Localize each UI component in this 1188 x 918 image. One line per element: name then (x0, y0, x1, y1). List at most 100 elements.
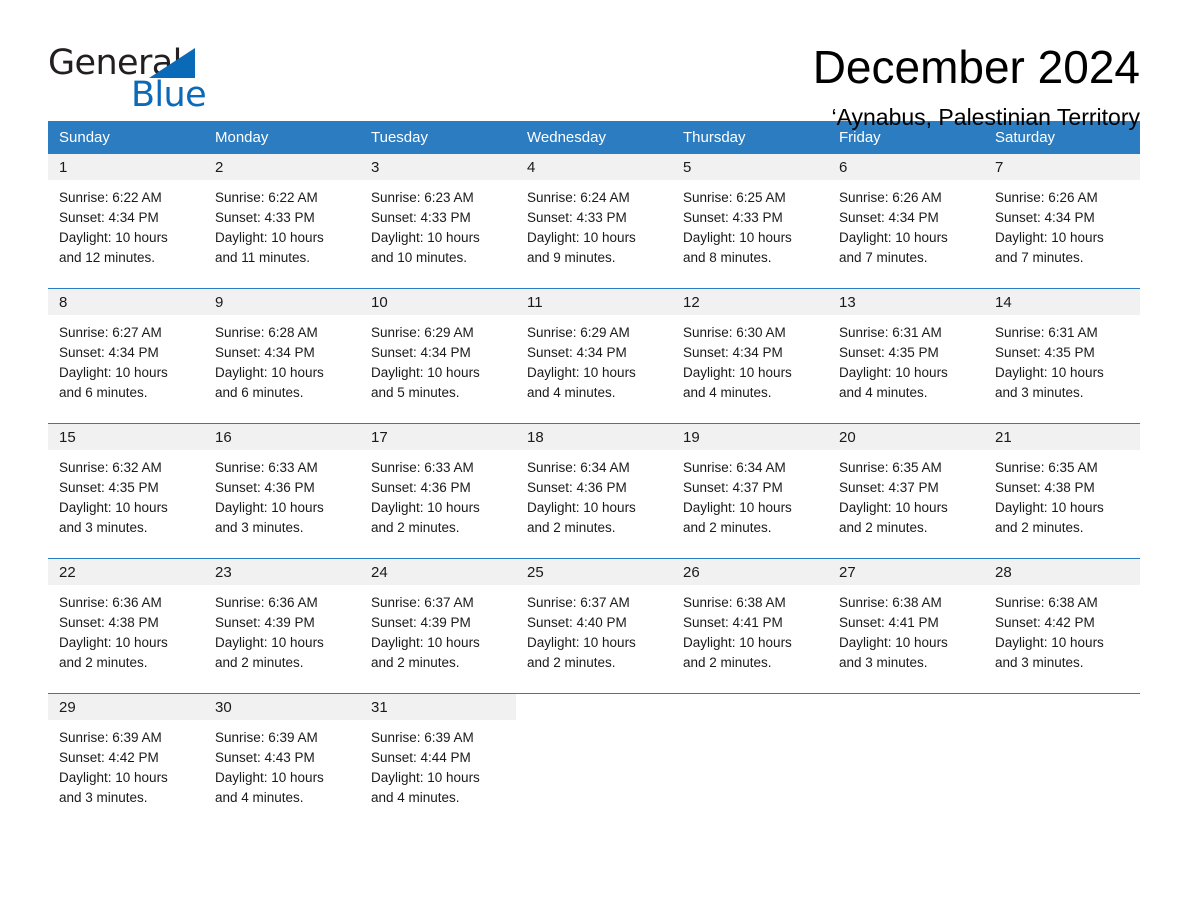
daylight-text-line2: and 2 minutes. (215, 655, 304, 670)
day-cell[interactable]: 4 Sunrise: 6:24 AM Sunset: 4:33 PM Daylight… (516, 154, 672, 289)
daylight-text-line2: and 2 minutes. (683, 655, 772, 670)
day-cell[interactable]: 27 Sunrise: 6:38 AM Sunset: 4:41 PM Dayligh… (828, 558, 984, 694)
day-number: 1 (48, 154, 204, 180)
day-details: Sunrise: 6:34 AM Sunset: 4:37 PM Daylight:… (672, 450, 828, 538)
day-details: Sunrise: 6:33 AM Sunset: 4:36 PM Daylight:… (204, 450, 360, 538)
day-cell[interactable]: 12 Sunrise: 6:30 AM Sunset: 4:34 PM Dayligh… (672, 288, 828, 424)
sunset-text: Sunset: 4:33 PM (527, 210, 627, 225)
sunrise-text: Sunrise: 6:38 AM (995, 595, 1098, 610)
day-cell[interactable]: 5 Sunrise: 6:25 AM Sunset: 4:33 PM Daylight… (672, 154, 828, 289)
day-cell[interactable]: 10 Sunrise: 6:29 AM Sunset: 4:34 PM Dayligh… (360, 288, 516, 424)
day-number: 21 (984, 424, 1140, 450)
calendar-page: General Blue December 2024 ‘Aynabus, Pal… (0, 0, 1188, 918)
day-cell[interactable]: 3 Sunrise: 6:23 AM Sunset: 4:33 PM Daylight… (360, 154, 516, 289)
sunset-text: Sunset: 4:40 PM (527, 615, 627, 630)
day-cell[interactable]: 2 Sunrise: 6:22 AM Sunset: 4:33 PM Daylight… (204, 154, 360, 289)
daylight-text-line2: and 10 minutes. (371, 250, 468, 265)
sunrise-text: Sunrise: 6:38 AM (683, 595, 786, 610)
day-cell[interactable]: 1 Sunrise: 6:22 AM Sunset: 4:34 PM Daylight… (48, 154, 204, 289)
sunrise-text: Sunrise: 6:34 AM (527, 460, 630, 475)
daylight-text-line2: and 2 minutes. (371, 655, 460, 670)
day-cell[interactable]: 15 Sunrise: 6:32 AM Sunset: 4:35 PM Dayligh… (48, 423, 204, 559)
daylight-text-line2: and 4 minutes. (839, 385, 928, 400)
sunset-text: Sunset: 4:42 PM (995, 615, 1095, 630)
generalblue-logo[interactable]: General Blue (48, 40, 223, 114)
day-number: 27 (828, 559, 984, 585)
sunset-text: Sunset: 4:42 PM (59, 750, 159, 765)
daylight-text-line1: Daylight: 10 hours (527, 365, 636, 380)
day-cell[interactable]: 22 Sunrise: 6:36 AM Sunset: 4:38 PM Dayligh… (48, 558, 204, 694)
day-cell[interactable]: 6 Sunrise: 6:26 AM Sunset: 4:34 PM Daylight… (828, 154, 984, 289)
daylight-text-line1: Daylight: 10 hours (995, 500, 1104, 515)
day-number (672, 694, 828, 720)
daylight-text-line2: and 6 minutes. (59, 385, 148, 400)
day-number: 19 (672, 424, 828, 450)
daylight-text-line2: and 7 minutes. (995, 250, 1084, 265)
day-number: 6 (828, 154, 984, 180)
sunset-text: Sunset: 4:34 PM (215, 345, 315, 360)
daylight-text-line2: and 4 minutes. (683, 385, 772, 400)
day-details: Sunrise: 6:22 AM Sunset: 4:33 PM Daylight:… (204, 180, 360, 268)
day-number (828, 694, 984, 720)
daylight-text-line1: Daylight: 10 hours (839, 365, 948, 380)
daylight-text-line1: Daylight: 10 hours (215, 635, 324, 650)
day-details: Sunrise: 6:30 AM Sunset: 4:34 PM Daylight:… (672, 315, 828, 403)
day-details: Sunrise: 6:31 AM Sunset: 4:35 PM Daylight:… (828, 315, 984, 403)
day-cell[interactable]: 26 Sunrise: 6:38 AM Sunset: 4:41 PM Dayligh… (672, 558, 828, 694)
daylight-text-line1: Daylight: 10 hours (215, 365, 324, 380)
sunrise-text: Sunrise: 6:22 AM (59, 190, 162, 205)
day-cell[interactable]: 29 Sunrise: 6:39 AM Sunset: 4:42 PM Dayligh… (48, 693, 204, 809)
day-cell[interactable]: 28 Sunrise: 6:38 AM Sunset: 4:42 PM Dayligh… (984, 558, 1140, 694)
day-details: Sunrise: 6:39 AM Sunset: 4:42 PM Daylight:… (48, 720, 204, 808)
day-details: Sunrise: 6:31 AM Sunset: 4:35 PM Daylight:… (984, 315, 1140, 403)
daylight-text-line2: and 2 minutes. (839, 520, 928, 535)
sunset-text: Sunset: 4:39 PM (215, 615, 315, 630)
sunrise-text: Sunrise: 6:25 AM (683, 190, 786, 205)
day-cell[interactable]: 11 Sunrise: 6:29 AM Sunset: 4:34 PM Dayligh… (516, 288, 672, 424)
day-cell[interactable]: 20 Sunrise: 6:35 AM Sunset: 4:37 PM Dayligh… (828, 423, 984, 559)
sunrise-text: Sunrise: 6:38 AM (839, 595, 942, 610)
sunset-text: Sunset: 4:34 PM (683, 345, 783, 360)
triangle-icon (149, 48, 195, 78)
day-number: 31 (360, 694, 516, 720)
sunrise-text: Sunrise: 6:31 AM (839, 325, 942, 340)
daylight-text-line1: Daylight: 10 hours (215, 770, 324, 785)
day-cell[interactable]: 21 Sunrise: 6:35 AM Sunset: 4:38 PM Dayligh… (984, 423, 1140, 559)
daylight-text-line1: Daylight: 10 hours (995, 365, 1104, 380)
day-cell[interactable]: 13 Sunrise: 6:31 AM Sunset: 4:35 PM Dayligh… (828, 288, 984, 424)
day-cell[interactable]: 24 Sunrise: 6:37 AM Sunset: 4:39 PM Dayligh… (360, 558, 516, 694)
day-cell[interactable]: 17 Sunrise: 6:33 AM Sunset: 4:36 PM Dayligh… (360, 423, 516, 559)
sunrise-text: Sunrise: 6:37 AM (527, 595, 630, 610)
day-cell[interactable]: 18 Sunrise: 6:34 AM Sunset: 4:36 PM Dayligh… (516, 423, 672, 559)
day-cell[interactable]: 9 Sunrise: 6:28 AM Sunset: 4:34 PM Daylight… (204, 288, 360, 424)
day-cell[interactable]: 8 Sunrise: 6:27 AM Sunset: 4:34 PM Daylight… (48, 288, 204, 424)
sunrise-text: Sunrise: 6:39 AM (371, 730, 474, 745)
daylight-text-line1: Daylight: 10 hours (995, 230, 1104, 245)
day-details: Sunrise: 6:39 AM Sunset: 4:44 PM Daylight:… (360, 720, 516, 808)
sunset-text: Sunset: 4:38 PM (59, 615, 159, 630)
day-number: 22 (48, 559, 204, 585)
day-details: Sunrise: 6:33 AM Sunset: 4:36 PM Daylight:… (360, 450, 516, 538)
daylight-text-line2: and 3 minutes. (839, 655, 928, 670)
sunrise-text: Sunrise: 6:26 AM (839, 190, 942, 205)
day-cell[interactable]: 30 Sunrise: 6:39 AM Sunset: 4:43 PM Dayligh… (204, 693, 360, 809)
day-details: Sunrise: 6:35 AM Sunset: 4:38 PM Daylight:… (984, 450, 1140, 538)
daylight-text-line1: Daylight: 10 hours (59, 500, 168, 515)
day-cell[interactable]: 14 Sunrise: 6:31 AM Sunset: 4:35 PM Dayligh… (984, 288, 1140, 424)
sunset-text: Sunset: 4:34 PM (995, 210, 1095, 225)
weekday-header-sunday: Sunday (48, 121, 204, 154)
day-details: Sunrise: 6:26 AM Sunset: 4:34 PM Daylight:… (828, 180, 984, 268)
sunrise-text: Sunrise: 6:26 AM (995, 190, 1098, 205)
day-number (516, 694, 672, 720)
page-header: General Blue December 2024 ‘Aynabus, Pal… (48, 0, 1140, 130)
day-cell[interactable]: 31 Sunrise: 6:39 AM Sunset: 4:44 PM Dayligh… (360, 693, 516, 809)
day-cell[interactable]: 7 Sunrise: 6:26 AM Sunset: 4:34 PM Daylight… (984, 154, 1140, 289)
day-cell[interactable]: 25 Sunrise: 6:37 AM Sunset: 4:40 PM Dayligh… (516, 558, 672, 694)
day-cell[interactable]: 16 Sunrise: 6:33 AM Sunset: 4:36 PM Dayligh… (204, 423, 360, 559)
day-cell[interactable]: 23 Sunrise: 6:36 AM Sunset: 4:39 PM Dayligh… (204, 558, 360, 694)
day-details: Sunrise: 6:35 AM Sunset: 4:37 PM Daylight:… (828, 450, 984, 538)
sunset-text: Sunset: 4:35 PM (839, 345, 939, 360)
day-cell-empty (516, 693, 672, 809)
day-cell[interactable]: 19 Sunrise: 6:34 AM Sunset: 4:37 PM Dayligh… (672, 423, 828, 559)
location-subtitle: ‘Aynabus, Palestinian Territory (831, 104, 1140, 130)
